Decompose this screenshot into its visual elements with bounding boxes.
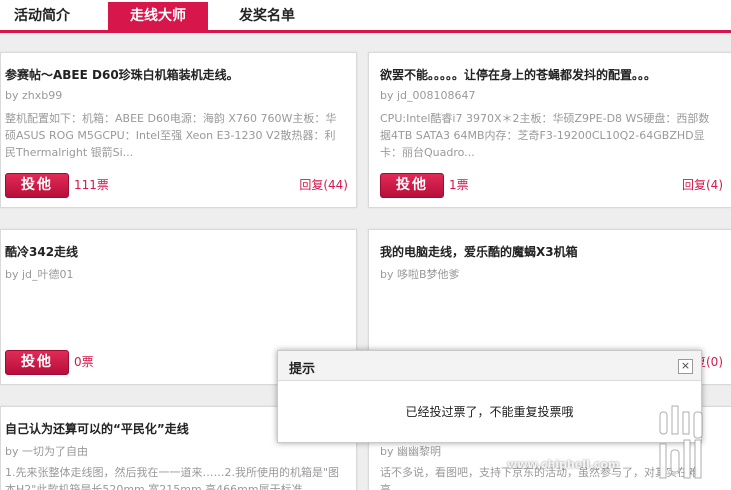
vote-button[interactable]: 投他	[5, 173, 69, 198]
entry-description: 整机配置如下：机箱：ABEE D60电源：海韵 X760 760W主板：华硕AS…	[5, 112, 337, 159]
vote-button[interactable]: 投他	[5, 350, 69, 375]
entry-card: 欲罢不能。。。。。让停在身上的苍蝇都发抖的配置。。。 by jd_0081086…	[368, 52, 731, 208]
entry-author: by jd_叶德01	[5, 268, 74, 281]
tab-intro[interactable]: 活动简介	[14, 2, 70, 30]
vote-count: 1票	[449, 178, 469, 192]
tab-wiring-master[interactable]: 走线大师	[108, 2, 208, 30]
reply-link[interactable]: 回复(4)	[682, 173, 723, 198]
top-nav: 活动简介 走线大师 发奖名单	[0, 0, 731, 33]
entry-title[interactable]: 自己认为还算可以的“平民化”走线	[5, 420, 189, 437]
watermark-url: www.chiphell.com	[507, 458, 620, 471]
dialog-message: 已经投过票了，不能重复投票哦	[405, 405, 574, 419]
entry-card: 参赛帖～ABEE D60珍珠白机箱装机走线。 by zhxb99 整机配置如下：…	[0, 52, 357, 208]
entry-title[interactable]: 参赛帖～ABEE D60珍珠白机箱装机走线。	[5, 66, 239, 83]
vote-button[interactable]: 投他	[380, 173, 444, 198]
entry-author: by 一切为了自由	[5, 445, 88, 458]
vote-count: 111票	[74, 178, 109, 192]
entry-description: CPU:Intel酷睿i7 3970X＊2主板：华硕Z9PE-D8 WS硬盘：西…	[380, 112, 710, 159]
entry-title[interactable]: 欲罢不能。。。。。让停在身上的苍蝇都发抖的配置。。。	[380, 66, 656, 83]
entry-description: 1.先来张整体走线图，然后我在一一道来……2.我所使用的机箱是"图本H2"此款机…	[5, 466, 340, 490]
entry-author: by jd_008108647	[380, 89, 476, 102]
entry-author: by 幽幽黎明	[380, 445, 441, 458]
entry-title[interactable]: 我的电脑走线，爱乐酷的魔蝎X3机箱	[380, 243, 578, 260]
close-icon[interactable]: ×	[678, 359, 693, 374]
entry-title[interactable]: 酷冷342走线	[5, 243, 78, 260]
entry-author: by 哆啦B梦他爹	[380, 268, 460, 281]
vote-count: 0票	[74, 355, 94, 369]
notice-dialog: 提示 × 已经投过票了，不能重复投票哦	[277, 350, 702, 443]
tab-winners[interactable]: 发奖名单	[239, 2, 295, 30]
dialog-header: 提示 ×	[278, 351, 701, 381]
chiphell-logo	[659, 405, 703, 479]
nav-underline	[0, 30, 731, 33]
dialog-title: 提示	[289, 362, 316, 377]
reply-link[interactable]: 回复(44)	[299, 173, 348, 198]
entry-author: by zhxb99	[5, 89, 63, 102]
